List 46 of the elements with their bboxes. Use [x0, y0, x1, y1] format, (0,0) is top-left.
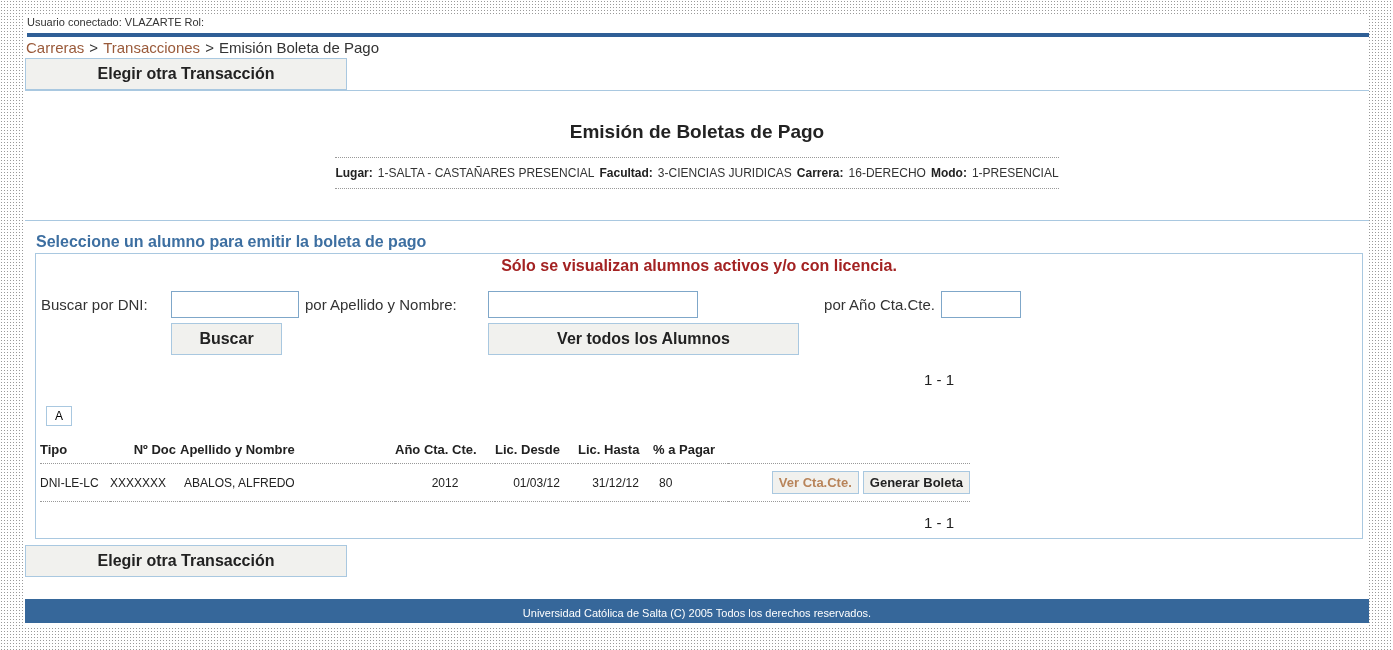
- page-title: Emisión de Boletas de Pago: [569, 121, 825, 143]
- letter-filter[interactable]: A: [46, 406, 72, 426]
- pagination-text: 1 - 1: [924, 514, 954, 531]
- other-transaction-button[interactable]: Elegir otra Transacción: [25, 545, 347, 577]
- other-transaction-button[interactable]: Elegir otra Transacción: [25, 58, 347, 90]
- info-label: Facultad:: [599, 166, 653, 180]
- table-cell: 2012: [431, 475, 459, 490]
- breadcrumb-text: >: [205, 39, 214, 56]
- section-title: Seleccione un alumno para emitir la boleta de pago: [36, 233, 428, 251]
- column-header: % a Pagar: [653, 442, 716, 457]
- search-button[interactable]: Buscar: [171, 323, 282, 355]
- column-header: Lic. Hasta: [578, 442, 640, 457]
- breadcrumb-text: Emisión Boleta de Pago: [218, 39, 379, 56]
- info-value: 1-PRESENCIAL: [971, 166, 1059, 180]
- column-header: Tipo: [40, 442, 68, 457]
- search-label: Buscar por DNI:: [41, 296, 149, 313]
- table-cell: 80: [659, 475, 673, 490]
- table-cell: DNI-LE-LC: [40, 475, 99, 490]
- column-header: Apellido y Nombre: [180, 442, 295, 457]
- pagination-text: 1 - 1: [924, 371, 954, 388]
- info-value: 1-SALTA - CASTAÑARES PRESENCIAL: [377, 166, 595, 180]
- table-cell: XXXXXXX: [110, 475, 167, 490]
- column-header: Lic. Desde: [495, 442, 561, 457]
- search-field[interactable]: [941, 291, 1021, 318]
- table-cell: 01/03/12: [513, 475, 560, 490]
- footer-bar: Universidad Católica de Salta (C) 2005 Todos los derechos reservados.: [25, 599, 1369, 623]
- info-label: Lugar:: [335, 166, 373, 180]
- table-cell: 31/12/12: [592, 475, 639, 490]
- table-cell: ABALOS, ALFREDO: [184, 475, 295, 490]
- generate-button[interactable]: Generar Boleta: [862, 471, 970, 494]
- breadcrumb-text: >: [89, 39, 99, 56]
- column-header: Nº Doc: [133, 442, 176, 457]
- user-status: Usuario conectado: VLAZARTE Rol:: [26, 15, 206, 30]
- info-value: 16-DERECHO: [848, 166, 926, 180]
- breadcrumb-link[interactable]: Carreras: [26, 39, 85, 56]
- search-label: por Apellido y Nombre:: [304, 296, 458, 313]
- breadcrumb-link[interactable]: Transacciones: [103, 39, 201, 56]
- info-label: Modo:: [930, 166, 967, 180]
- info-label: Carrera:: [796, 166, 844, 180]
- search-label: por Año Cta.Cte.: [823, 296, 936, 313]
- notice-text: Sólo se visualizan alumnos activos y/o con licencia.: [500, 257, 898, 275]
- show-all-button[interactable]: Ver todos los Alumnos: [488, 323, 799, 355]
- search-field[interactable]: [171, 291, 299, 318]
- column-header: Año Cta. Cte.: [395, 442, 477, 457]
- info-value: 3-CIENCIAS JURIDICAS: [657, 166, 792, 180]
- search-field[interactable]: [488, 291, 698, 318]
